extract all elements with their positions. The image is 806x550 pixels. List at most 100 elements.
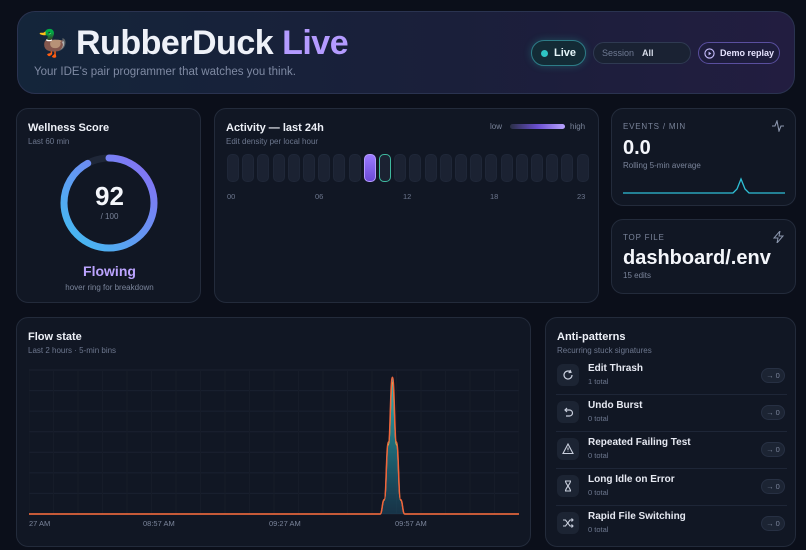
arrow-icon: → bbox=[766, 519, 774, 528]
flow-title: Flow state bbox=[28, 331, 82, 343]
anti-pattern-count: 0 bbox=[775, 519, 780, 528]
hour-cell[interactable] bbox=[485, 154, 498, 182]
app-tagline: Your IDE's pair programmer that watches … bbox=[34, 66, 296, 78]
wellness-card: Wellness Score Last 60 min 92 / 100 Flow… bbox=[16, 108, 201, 303]
legend-high-label: high bbox=[570, 122, 586, 131]
anti-pattern-count-badge: → 0 bbox=[761, 405, 785, 420]
hour-cell[interactable] bbox=[348, 154, 361, 182]
bolt-icon bbox=[773, 231, 784, 243]
hour-cell[interactable] bbox=[561, 154, 574, 182]
anti-pattern-total: 0 total bbox=[588, 525, 609, 534]
shuffle-icon bbox=[557, 512, 579, 534]
hour-cell[interactable] bbox=[303, 154, 315, 182]
arrow-icon: → bbox=[766, 482, 774, 491]
hour-cell[interactable] bbox=[242, 154, 255, 182]
hour-label: 12 bbox=[403, 192, 412, 201]
flow-state-chart[interactable] bbox=[29, 362, 519, 518]
top-file-name[interactable]: dashboard/.env bbox=[623, 247, 771, 270]
anti-pattern-total: 0 total bbox=[588, 414, 609, 423]
anti-pattern-name: Long Idle on Error bbox=[588, 474, 675, 485]
hour-heatmap bbox=[227, 154, 589, 182]
hour-cell[interactable] bbox=[409, 154, 422, 182]
anti-pattern-row[interactable]: Long Idle on Error 0 total → 0 bbox=[556, 469, 787, 506]
arrow-icon: → bbox=[766, 408, 774, 417]
hour-cell[interactable] bbox=[576, 154, 589, 182]
anti-pattern-row[interactable]: Undo Burst 0 total → 0 bbox=[556, 395, 787, 432]
anti-pattern-count-badge: → 0 bbox=[761, 442, 785, 457]
demo-replay-label: Demo replay bbox=[719, 48, 775, 58]
hour-label: 00 bbox=[227, 192, 236, 201]
hour-label: 06 bbox=[315, 192, 324, 201]
live-toggle-button[interactable]: Live bbox=[531, 40, 586, 66]
anti-pattern-name: Rapid File Switching bbox=[588, 511, 686, 522]
hour-cell[interactable] bbox=[227, 154, 239, 182]
hour-cell[interactable] bbox=[531, 154, 543, 182]
app-title-main: RubberDuck bbox=[76, 24, 274, 62]
anti-pattern-count-badge: → 0 bbox=[761, 479, 785, 494]
live-status-dot bbox=[540, 49, 548, 57]
wellness-score-value: 92 bbox=[95, 181, 124, 211]
hour-cell[interactable] bbox=[363, 154, 376, 182]
anti-pattern-row[interactable]: Repeated Failing Test 0 total → 0 bbox=[556, 432, 787, 469]
play-circle-icon bbox=[704, 47, 715, 59]
arrow-icon: → bbox=[766, 445, 774, 454]
hourglass-icon bbox=[557, 475, 579, 497]
anti-pattern-count: 0 bbox=[775, 482, 780, 491]
live-label: Live bbox=[553, 47, 576, 59]
events-label: EVENTS / MIN bbox=[623, 122, 686, 131]
hour-cell[interactable] bbox=[439, 154, 452, 182]
warning-icon bbox=[557, 438, 579, 460]
x-tick-label: 08:57 AM bbox=[143, 519, 175, 528]
hour-label: 18 bbox=[490, 192, 499, 201]
hour-cell[interactable] bbox=[424, 154, 437, 182]
hour-cell[interactable] bbox=[515, 154, 528, 182]
refresh-icon bbox=[557, 364, 579, 386]
events-value: 0.0 bbox=[623, 137, 651, 159]
top-file-card: TOP FILE dashboard/.env 15 edits bbox=[611, 219, 796, 294]
session-value: All bbox=[642, 48, 654, 58]
hour-cell[interactable] bbox=[333, 154, 346, 182]
hour-cell[interactable] bbox=[546, 154, 559, 182]
activity-subtitle: Edit density per local hour bbox=[226, 137, 319, 146]
x-tick-label: 09:57 AM bbox=[395, 519, 427, 528]
hour-cell[interactable] bbox=[470, 154, 483, 182]
ring-hint: hover ring for breakdown bbox=[65, 283, 154, 292]
hour-cell[interactable] bbox=[272, 154, 285, 182]
anti-pattern-row[interactable]: Rapid File Switching 0 total → 0 bbox=[556, 506, 787, 543]
anti-pattern-count-badge: → 0 bbox=[761, 368, 785, 383]
anti-pattern-count: 0 bbox=[775, 445, 780, 454]
activity-card: Activity — last 24h Edit density per loc… bbox=[214, 108, 599, 303]
events-per-min-card: EVENTS / MIN 0.0 Rolling 5-min average bbox=[611, 108, 796, 206]
anti-pattern-total: 0 total bbox=[588, 451, 609, 460]
hour-cell[interactable] bbox=[379, 154, 391, 182]
hour-cell[interactable] bbox=[455, 154, 467, 182]
anti-pattern-row[interactable]: Edit Thrash 1 total → 0 bbox=[556, 358, 787, 395]
top-file-edits: 15 edits bbox=[623, 271, 652, 280]
hour-cell[interactable] bbox=[287, 154, 300, 182]
x-tick-label: 09:27 AM bbox=[269, 519, 301, 528]
anti-patterns-card: Anti-patterns Recurring stuck signatures… bbox=[545, 317, 796, 547]
app-header: 🦆 RubberDuck Live Your IDE's pair progra… bbox=[17, 11, 795, 94]
anti-pattern-count: 0 bbox=[775, 408, 780, 417]
duck-icon: 🦆 bbox=[37, 28, 70, 58]
x-tick-label: 27 AM bbox=[29, 519, 51, 528]
demo-replay-button[interactable]: Demo replay bbox=[698, 42, 780, 64]
events-subtitle: Rolling 5-min average bbox=[623, 161, 701, 170]
session-select[interactable]: Session All bbox=[593, 42, 691, 64]
anti-pattern-name: Undo Burst bbox=[588, 400, 643, 411]
legend-low-label: low bbox=[490, 122, 503, 131]
hour-cell[interactable] bbox=[257, 154, 270, 182]
hour-cell[interactable] bbox=[500, 154, 513, 182]
anti-pattern-total: 1 total bbox=[588, 377, 609, 386]
arrow-icon: → bbox=[766, 371, 774, 380]
hour-cell[interactable] bbox=[318, 154, 331, 182]
app-title: RubberDuck Live bbox=[76, 24, 349, 63]
density-legend-bar bbox=[510, 124, 565, 129]
anti-pattern-name: Repeated Failing Test bbox=[588, 437, 691, 448]
hour-cell[interactable] bbox=[394, 154, 407, 182]
wellness-score-max: / 100 bbox=[100, 212, 119, 221]
wellness-subtitle: Last 60 min bbox=[28, 137, 70, 146]
anti-patterns-title: Anti-patterns bbox=[557, 331, 626, 343]
anti-pattern-count: 0 bbox=[775, 371, 780, 380]
flow-state-label: Flowing bbox=[83, 263, 136, 279]
